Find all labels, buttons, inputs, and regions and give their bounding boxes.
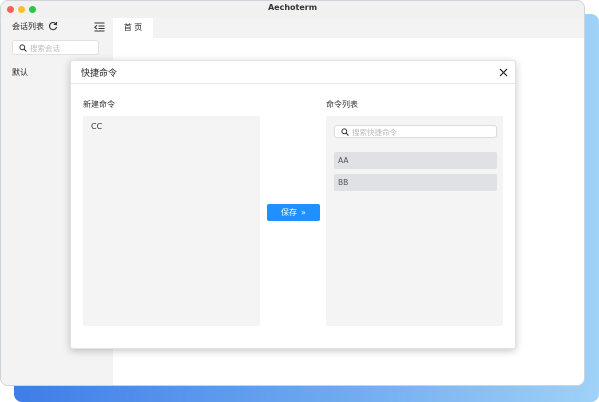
session-search-placeholder: 搜索会话: [30, 44, 60, 53]
menu-collapse-icon[interactable]: [94, 22, 105, 32]
search-icon: [19, 44, 27, 52]
title-bar: Aechoterm: [1, 1, 584, 19]
command-item[interactable]: AA: [334, 152, 497, 169]
chevron-double-right-icon: »: [301, 208, 306, 217]
session-list-title: 会话列表: [12, 22, 44, 31]
tab-bar: 首 页: [113, 18, 584, 38]
session-search-input[interactable]: 搜索会话: [12, 40, 99, 55]
save-button[interactable]: 保存»: [267, 204, 320, 221]
command-list-panel: 搜索快捷命令 AA BB: [326, 116, 503, 326]
command-item[interactable]: BB: [334, 174, 497, 191]
save-button-label: 保存: [281, 208, 298, 217]
command-list-label: 命令列表: [326, 100, 358, 109]
command-search-input[interactable]: 搜索快捷命令: [334, 125, 497, 138]
window-title: Aechoterm: [267, 3, 318, 12]
tab-home[interactable]: 首 页: [113, 18, 153, 38]
new-command-text[interactable]: CC: [91, 122, 102, 131]
search-icon: [341, 128, 349, 136]
session-group-default[interactable]: 默认: [12, 67, 28, 78]
modal-title: 快捷命令: [81, 69, 118, 79]
refresh-icon[interactable]: [48, 21, 58, 31]
modal-divider: [71, 83, 515, 84]
new-command-label: 新建命令: [83, 100, 115, 109]
command-search-placeholder: 搜索快捷命令: [352, 128, 397, 137]
quick-commands-modal: 快捷命令 新建命令 CC 保存» 命令列表 搜索快捷命令 AA BB: [70, 60, 516, 349]
close-icon[interactable]: [499, 68, 508, 77]
new-command-editor[interactable]: CC: [83, 116, 260, 326]
